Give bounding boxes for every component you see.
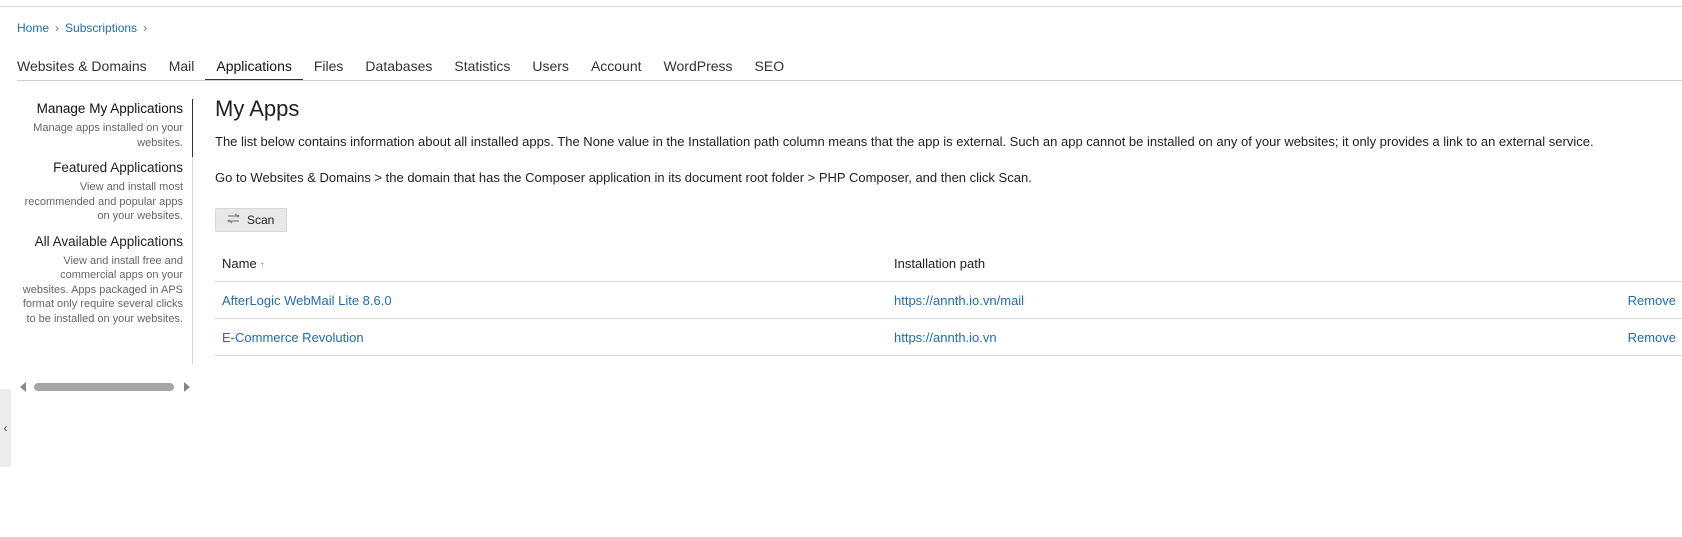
remove-button[interactable]: Remove	[1628, 330, 1676, 345]
description-paragraph: The list below contains information abou…	[215, 134, 1594, 149]
sidebar-collapse-handle[interactable]: ‹	[0, 389, 11, 467]
column-header-name[interactable]: Name ↑	[215, 256, 894, 271]
tab-bar: Websites & Domains Mail Applications Fil…	[17, 58, 795, 81]
apps-table: Name ↑ Installation path AfterLogic WebMa…	[215, 246, 1682, 356]
tab-websites-domains[interactable]: Websites & Domains	[17, 58, 158, 81]
tab-statistics[interactable]: Statistics	[443, 58, 521, 81]
main-content: My Apps The list below contains informat…	[215, 96, 1682, 356]
page-title: My Apps	[215, 96, 300, 121]
remove-button[interactable]: Remove	[1628, 293, 1676, 308]
tab-users[interactable]: Users	[521, 58, 580, 81]
table-header: Name ↑ Installation path	[215, 246, 1682, 282]
scan-button-label: Scan	[247, 213, 275, 227]
scroll-left-icon[interactable]	[20, 382, 26, 392]
tab-files[interactable]: Files	[303, 58, 355, 81]
table-row: E-Commerce Revolution https://annth.io.v…	[215, 319, 1682, 356]
tab-wordpress[interactable]: WordPress	[653, 58, 744, 81]
sidebar-item-title[interactable]: Featured Applications	[17, 160, 183, 175]
sidebar-item-featured-applications[interactable]: Featured Applications View and install m…	[17, 160, 193, 224]
horizontal-scrollbar[interactable]	[20, 381, 190, 393]
sidebar: Manage My Applications Manage apps insta…	[17, 101, 193, 336]
tabs-divider	[17, 80, 1682, 81]
tab-mail[interactable]: Mail	[158, 58, 206, 81]
sidebar-item-title[interactable]: All Available Applications	[17, 234, 183, 249]
sidebar-item-title[interactable]: Manage My Applications	[17, 101, 183, 116]
scrollbar-thumb[interactable]	[34, 383, 174, 391]
column-header-name-label: Name	[222, 256, 257, 271]
app-name-link[interactable]: AfterLogic WebMail Lite 8.6.0	[222, 293, 392, 308]
scan-icon	[226, 212, 241, 228]
composer-hint-paragraph: Go to Websites & Domains > the domain th…	[215, 170, 1032, 185]
breadcrumb: Home › Subscriptions ›	[17, 21, 147, 35]
column-header-installation-path[interactable]: Installation path	[894, 256, 1594, 271]
chevron-left-icon: ‹	[3, 421, 8, 435]
scroll-right-icon[interactable]	[184, 382, 190, 392]
scan-button[interactable]: Scan	[215, 208, 287, 232]
tab-account[interactable]: Account	[580, 58, 653, 81]
sidebar-item-description: Manage apps installed on your websites.	[33, 122, 183, 149]
sort-ascending-icon: ↑	[259, 260, 265, 271]
app-name-link[interactable]: E-Commerce Revolution	[222, 330, 364, 345]
tab-seo[interactable]: SEO	[744, 58, 796, 81]
tab-applications[interactable]: Applications	[205, 58, 303, 81]
breadcrumb-subscriptions[interactable]: Subscriptions	[65, 21, 137, 35]
top-divider	[0, 6, 1682, 7]
sidebar-item-all-available-applications[interactable]: All Available Applications View and inst…	[17, 234, 193, 327]
sidebar-item-description: View and install free and commercial app…	[22, 254, 183, 325]
breadcrumb-separator: ›	[55, 21, 60, 35]
installation-path-link[interactable]: https://annth.io.vn/mail	[894, 293, 1024, 308]
breadcrumb-home[interactable]: Home	[17, 21, 49, 35]
table-row: AfterLogic WebMail Lite 8.6.0 https://an…	[215, 282, 1682, 319]
installation-path-link[interactable]: https://annth.io.vn	[894, 330, 997, 345]
breadcrumb-separator: ›	[143, 21, 148, 35]
sidebar-item-description: View and install most recommended and po…	[24, 181, 183, 222]
tab-databases[interactable]: Databases	[354, 58, 443, 81]
sidebar-item-manage-my-applications[interactable]: Manage My Applications Manage apps insta…	[17, 101, 193, 150]
